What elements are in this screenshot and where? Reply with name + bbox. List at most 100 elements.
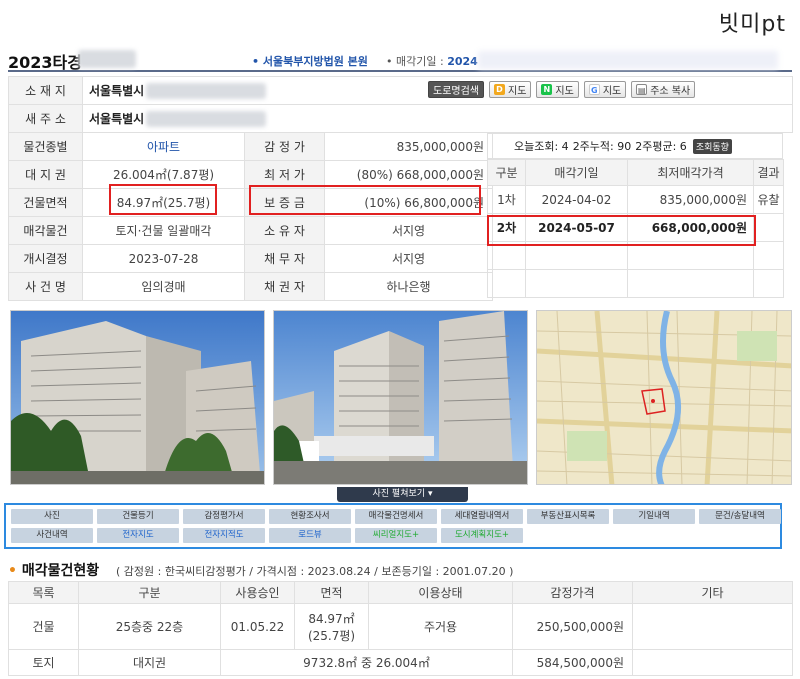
- section-title: • 매각물건현황: [8, 560, 99, 580]
- row-area: 84.97㎡ (25.7평): [294, 603, 369, 650]
- daum-map-button[interactable]: D 지도: [489, 81, 532, 98]
- copy-address-label: 주소 복사: [650, 86, 691, 97]
- row-list: 건물: [8, 603, 79, 650]
- copy-icon: ▤: [636, 84, 648, 95]
- case-name-label: 사 건 명: [8, 272, 83, 301]
- row-usage: 주거용: [368, 603, 513, 650]
- today-views: 오늘조회: 4: [514, 140, 569, 153]
- sale-date-value: 2024: [447, 55, 478, 68]
- link-photos[interactable]: 사진: [11, 509, 93, 524]
- daum-map-label: 지도: [508, 86, 527, 97]
- land-price: 584,500,000원: [512, 649, 633, 676]
- link-case-history[interactable]: 사건내역: [11, 528, 93, 543]
- start-decision-value: 2023-07-28: [82, 244, 245, 273]
- rounds-header-round: 구분: [487, 159, 526, 186]
- court-label: 서울북부지방법원 본원: [262, 55, 368, 68]
- table-row: 토지 대지권 9732.8㎡ 중 26.004㎡ 584,500,000원: [8, 649, 793, 676]
- rounds-header-date: 매각기일: [525, 159, 628, 186]
- link-sale-spec[interactable]: 매각물건명세서: [355, 509, 437, 524]
- apartment-photo-2-image: [274, 311, 527, 484]
- col-price: 감정가격: [512, 581, 633, 604]
- naver-map-button[interactable]: N 지도: [536, 81, 579, 98]
- court-name[interactable]: • 서울북부지방법원 본원: [252, 53, 368, 69]
- location-label: 소 재 지: [8, 76, 83, 105]
- row-etc: [632, 603, 793, 650]
- col-type: 구분: [78, 581, 221, 604]
- creditor-value: 하나은행: [324, 272, 493, 301]
- sale-item-value: 토지·건물 일괄매각: [82, 216, 245, 245]
- location-text: 서울특별시: [89, 83, 145, 98]
- new-address-label: 새 주 소: [8, 104, 83, 133]
- sale-date: • 매각기일 : 2024: [386, 55, 478, 68]
- sale-item-label: 매각물건: [8, 216, 83, 245]
- link-e-map[interactable]: 전자지도: [97, 528, 179, 543]
- more-photos-button[interactable]: 사진 펼쳐보기 ▾: [337, 487, 468, 502]
- land-type: 대지권: [78, 649, 221, 676]
- bullet-icon: •: [8, 563, 17, 579]
- link-status-report[interactable]: 현황조사서: [269, 509, 351, 524]
- land-right-label: 대 지 권: [8, 160, 83, 189]
- col-etc: 기타: [632, 581, 793, 604]
- round-1-result: 유찰: [753, 185, 784, 214]
- highlight-round-2: [487, 215, 756, 246]
- col-approval: 사용승인: [220, 581, 295, 604]
- sale-date-label: 매각기일 :: [396, 55, 444, 68]
- case-header: 2023타경 • 서울북부지방법원 본원 • 매각기일 : 2024: [8, 48, 792, 72]
- round-2-result: [753, 213, 784, 242]
- land-list: 토지: [8, 649, 79, 676]
- link-property-list[interactable]: 부동산표시목록: [527, 509, 609, 524]
- two-week-average: 2주평균: 6: [635, 140, 687, 153]
- link-documents[interactable]: 문건/송달내역: [699, 509, 781, 524]
- appraisal-label: 감 정 가: [244, 132, 325, 161]
- case-name-value: 임의경매: [82, 272, 245, 301]
- table-row: 건물 25층중 22층 01.05.22 84.97㎡ (25.7평) 주거용 2…: [8, 603, 793, 650]
- map-image: [537, 311, 791, 484]
- building-area-label: 건물면적: [8, 188, 83, 217]
- debtor-label: 채 무 자: [244, 244, 325, 273]
- link-serial-map[interactable]: 씨리얼지도+: [355, 528, 437, 543]
- google-map-button[interactable]: G 지도: [583, 81, 627, 98]
- location-map[interactable]: [536, 310, 792, 485]
- redacted-header-info: [478, 51, 778, 69]
- chevron-down-icon: ▾: [427, 489, 433, 499]
- road-search-button[interactable]: 도로명검색: [428, 81, 484, 98]
- link-appraisal-report[interactable]: 감정평가서: [183, 509, 265, 524]
- row-approval: 01.05.22: [220, 603, 295, 650]
- rounds-header-result: 결과: [753, 159, 784, 186]
- appraisal-value: 835,000,000원: [324, 132, 493, 161]
- view-trend-button[interactable]: 조회동향: [692, 138, 732, 154]
- naver-icon: N: [541, 84, 553, 95]
- row-price: 250,500,000원: [512, 603, 633, 650]
- view-stats: 오늘조회: 4 2주누적: 90 2주평균: 6 조회동향: [487, 133, 783, 159]
- link-cadastral-map[interactable]: 전자지적도: [183, 528, 265, 543]
- map-buttons: 도로명검색 D 지도 N 지도 G 지도 ▤ 주소 복사: [428, 81, 696, 98]
- link-roadview[interactable]: 로드뷰: [269, 528, 351, 543]
- redacted-address: [146, 83, 267, 100]
- redacted-new-address: [146, 111, 267, 128]
- photo-apartment-2[interactable]: [273, 310, 528, 485]
- google-map-label: 지도: [602, 86, 622, 97]
- item-type-value[interactable]: 아파트: [82, 132, 245, 161]
- debtor-value: 서지영: [324, 244, 493, 273]
- col-usage: 이용상태: [368, 581, 513, 604]
- owner-label: 소 유 자: [244, 216, 325, 245]
- link-building-registry[interactable]: 건물등기: [97, 509, 179, 524]
- photo-apartment-1[interactable]: [10, 310, 265, 485]
- new-address-text: 서울특별시: [89, 111, 145, 126]
- copy-address-button[interactable]: ▤ 주소 복사: [631, 81, 696, 98]
- apartment-photo-1-image: [11, 311, 264, 484]
- creditor-label: 채 권 자: [244, 272, 325, 301]
- redacted-case-number: [78, 50, 136, 68]
- link-household-record[interactable]: 세대열람내역서: [441, 509, 523, 524]
- link-urban-plan-map[interactable]: 도시계획지도+: [441, 528, 523, 543]
- section-subtitle: ( 감정원 : 한국씨티감정평가 / 가격시점 : 2023.08.24 / 보…: [116, 565, 514, 578]
- round-1-number: 1차: [487, 185, 526, 214]
- link-date-history[interactable]: 기일내역: [613, 509, 695, 524]
- row-area-pyeong: (25.7평): [307, 628, 356, 643]
- rounds-header-price: 최저매각가격: [627, 159, 754, 186]
- document-links: 사진 건물등기 감정평가서 현황조사서 매각물건명세서 세대열람내역서 부동산표…: [4, 503, 782, 549]
- row-type: 25층중 22층: [78, 603, 221, 650]
- land-area: 9732.8㎡ 중 26.004㎡: [220, 649, 513, 676]
- highlight-deposit: [249, 185, 481, 215]
- round-1-price: 835,000,000원: [627, 185, 754, 214]
